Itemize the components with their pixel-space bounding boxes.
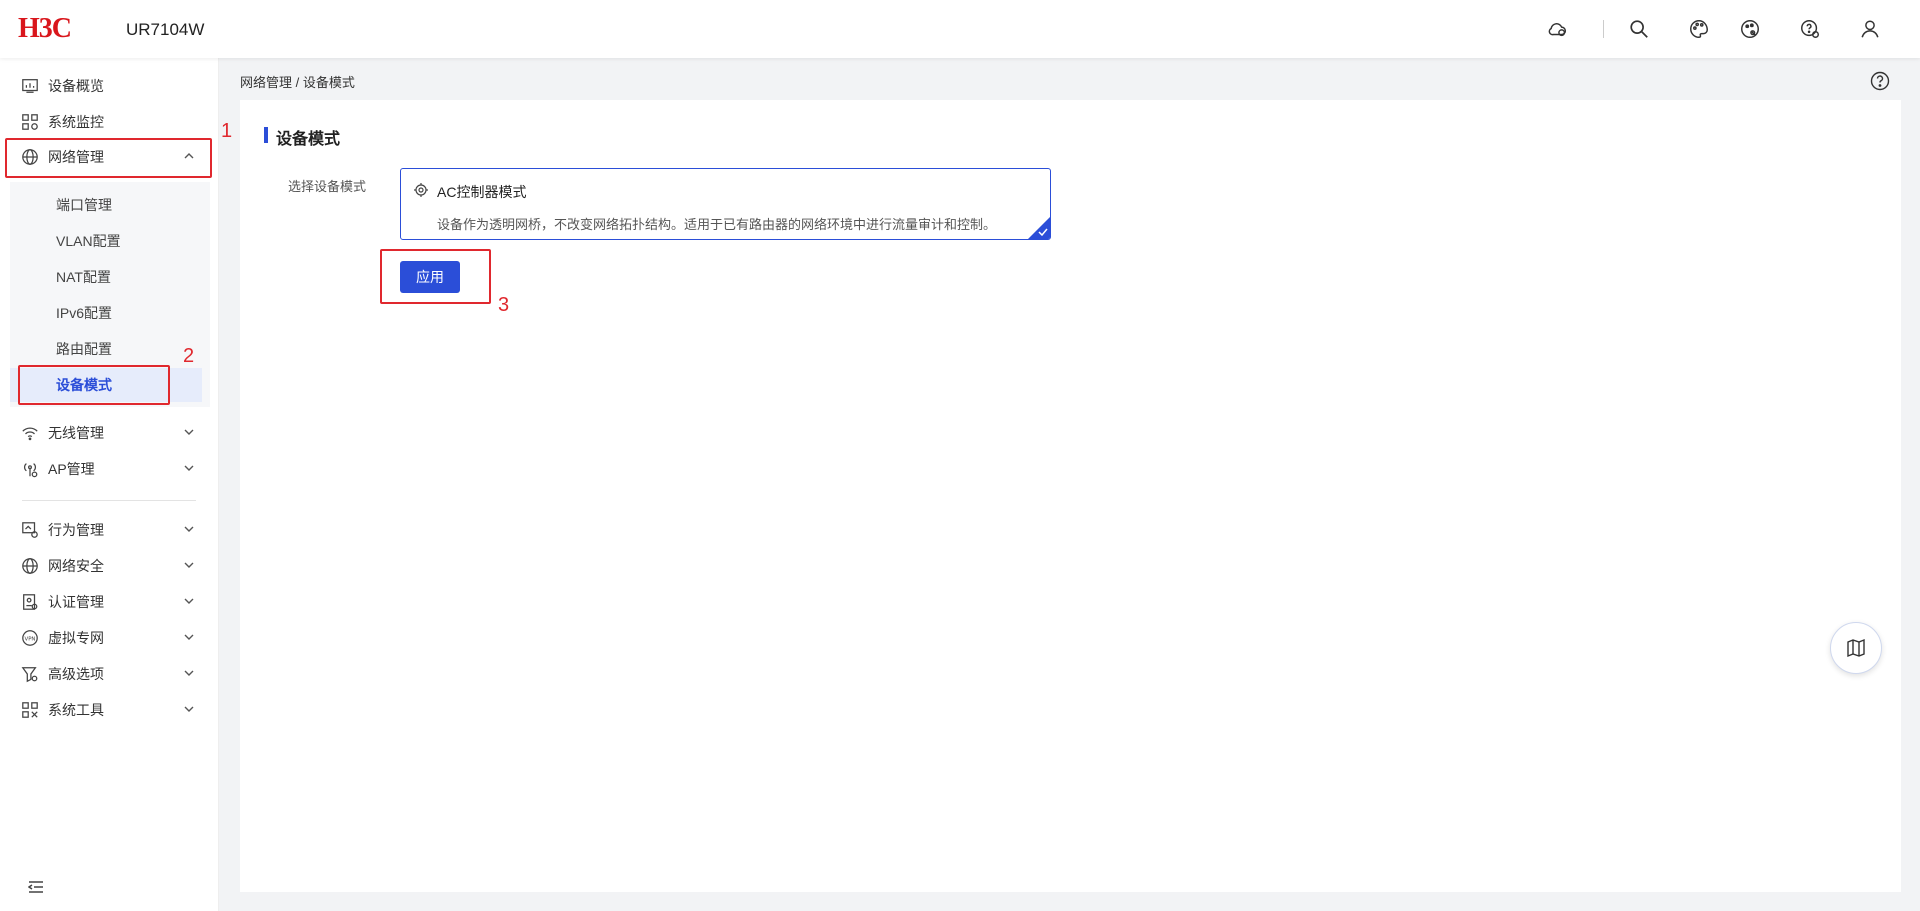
annotation-box-1 (5, 138, 212, 178)
device-model: UR7104W (126, 20, 205, 39)
auth-icon (20, 592, 40, 612)
sidebar-item-label: 网络安全 (48, 558, 104, 574)
chevron-down-icon (184, 598, 194, 604)
annotation-number-3: 3 (498, 294, 510, 316)
sidebar-item-label: 认证管理 (48, 594, 104, 610)
cloud-icon[interactable] (1545, 16, 1571, 42)
sidebar-item-advanced[interactable]: 高级选项 (0, 657, 218, 691)
wifi-icon (20, 423, 40, 443)
chevron-down-icon (184, 670, 194, 676)
chevron-down-icon (184, 526, 194, 532)
chevron-down-icon (184, 429, 194, 435)
top-header: H3C UR7104W (0, 0, 1920, 58)
annotation-box-2 (18, 365, 170, 405)
toolbar-divider (1603, 20, 1604, 38)
tools-icon (20, 700, 40, 720)
sidebar-item-label: 行为管理 (48, 522, 104, 538)
mode-title: AC控制器模式 (437, 184, 527, 200)
sidebar-item-label: 设备概览 (48, 78, 104, 94)
field-label: 选择设备模式 (288, 179, 367, 194)
palette-icon[interactable] (1686, 16, 1712, 42)
submenu-label: 路由配置 (56, 341, 112, 357)
sidebar-item-security[interactable]: 网络安全 (0, 549, 218, 583)
security-globe-icon (20, 556, 40, 576)
help-icon[interactable] (1870, 71, 1890, 91)
sidebar-item-wireless[interactable]: 无线管理 (0, 416, 218, 450)
annotation-number-1: 1 (221, 120, 233, 142)
annotation-box-3 (380, 249, 491, 304)
check-icon (1038, 228, 1048, 236)
vpn-icon: VPN (20, 628, 40, 648)
sidebar: 设备概览 系统监控 网络管理 端口管理 VLAN配置 NAT配置 IPv6配置 … (0, 58, 219, 911)
chevron-down-icon (184, 465, 194, 471)
sidebar-item-label: 系统监控 (48, 114, 104, 130)
sidebar-divider (22, 500, 196, 501)
monitor-icon (20, 112, 40, 132)
dashboard-icon (20, 76, 40, 96)
sidebar-subitem-ipv6[interactable]: IPv6配置 (10, 296, 202, 330)
mode-description: 设备作为透明网桥，不改变网络拓扑结构。适用于已有路由器的网络环境中进行流量审计和… (437, 217, 997, 232)
sidebar-item-tools[interactable]: 系统工具 (0, 693, 218, 727)
ap-icon (20, 459, 40, 479)
submenu-label: IPv6配置 (56, 305, 113, 321)
sidebar-item-overview[interactable]: 设备概览 (0, 69, 218, 103)
map-icon (1847, 638, 1865, 658)
sidebar-item-ap[interactable]: AP管理 (0, 452, 218, 486)
theme-icon[interactable] (1737, 16, 1763, 42)
breadcrumb: 网络管理 / 设备模式 (240, 75, 355, 90)
sidebar-item-auth[interactable]: 认证管理 (0, 585, 218, 619)
sidebar-item-label: 高级选项 (48, 666, 104, 682)
section-title: 设备模式 (276, 131, 341, 148)
help-settings-icon[interactable] (1797, 16, 1823, 42)
ac-controller-icon (414, 183, 428, 197)
submenu-label: 端口管理 (56, 197, 112, 213)
sidebar-item-behavior[interactable]: 行为管理 (0, 513, 218, 547)
chevron-down-icon (184, 706, 194, 712)
sidebar-subitem-nat[interactable]: NAT配置 (10, 260, 202, 294)
sidebar-item-label: AP管理 (48, 461, 95, 477)
submenu-label: VLAN配置 (56, 233, 121, 249)
sidebar-item-monitor[interactable]: 系统监控 (0, 105, 218, 139)
behavior-icon (20, 520, 40, 540)
sidebar-item-label: 无线管理 (48, 425, 104, 441)
map-float-button[interactable] (1830, 622, 1882, 674)
chevron-down-icon (184, 562, 194, 568)
chevron-down-icon (184, 634, 194, 640)
mode-option-ac-controller[interactable]: AC控制器模式 设备作为透明网桥，不改变网络拓扑结构。适用于已有路由器的网络环境… (400, 168, 1051, 240)
submenu-label: NAT配置 (56, 269, 111, 285)
collapse-menu-icon[interactable] (28, 880, 44, 894)
svg-text:VPN: VPN (25, 636, 36, 642)
section-marker (264, 127, 268, 143)
sidebar-subitem-ports[interactable]: 端口管理 (10, 188, 202, 222)
sidebar-item-vpn[interactable]: VPN 虚拟专网 (0, 621, 218, 655)
filter-icon (20, 664, 40, 684)
brand-logo: H3C (18, 13, 72, 44)
sidebar-subitem-vlan[interactable]: VLAN配置 (10, 224, 202, 258)
annotation-number-2: 2 (183, 345, 195, 367)
sidebar-item-label: 虚拟专网 (48, 630, 104, 646)
user-icon[interactable] (1857, 16, 1883, 42)
search-icon[interactable] (1626, 16, 1652, 42)
sidebar-subitem-routing[interactable]: 路由配置 (10, 332, 202, 366)
sidebar-item-label: 系统工具 (48, 702, 104, 718)
